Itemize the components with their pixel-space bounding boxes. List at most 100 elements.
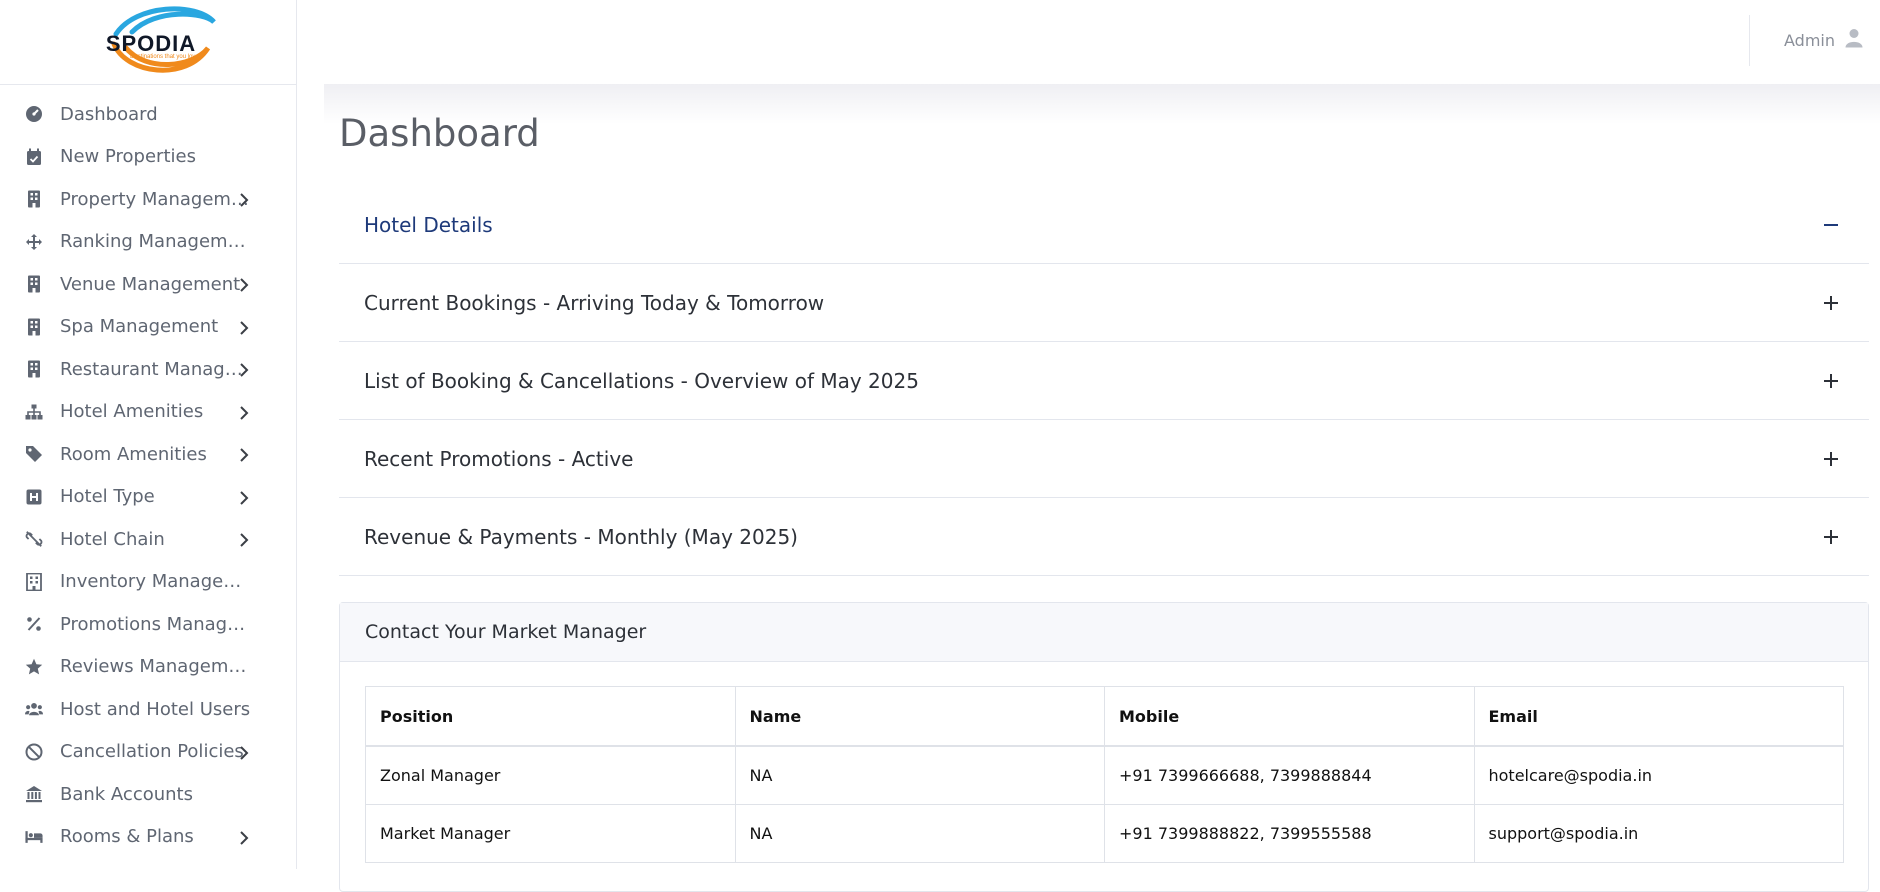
accordion-bookings-cancellations[interactable]: List of Booking & Cancellations - Overvi… xyxy=(339,342,1869,420)
ban-icon xyxy=(25,743,43,761)
chevron-right-icon xyxy=(237,830,251,845)
cell-email: hotelcare@spodia.in xyxy=(1473,745,1844,805)
sidebar-item-reviews-management[interactable]: Reviews Management xyxy=(0,646,297,689)
sidebar-item-restaurant-management[interactable]: Restaurant Management xyxy=(0,348,297,391)
column-header-email: Email xyxy=(1473,686,1844,747)
sidebar-item-property-management[interactable]: Property Management xyxy=(0,178,297,221)
sidebar-item-cancellation-policies[interactable]: Cancellation Policies xyxy=(0,731,297,774)
logo-tagline: Destinations that you love xyxy=(130,54,199,60)
sidebar-item-label: Property Management xyxy=(60,188,253,210)
building-grid-icon xyxy=(25,572,43,591)
sidebar-item-label: Cancellation Policies xyxy=(60,741,244,763)
sidebar-item-inventory-management[interactable]: Inventory Management xyxy=(0,561,297,604)
users-icon xyxy=(25,700,43,718)
content-shadow xyxy=(324,84,1880,124)
unlink-icon xyxy=(25,530,43,548)
card-title: Contact Your Market Manager xyxy=(365,621,647,643)
sidebar-item-venue-management[interactable]: Venue Management xyxy=(0,263,297,306)
sidebar-item-label: Inventory Management xyxy=(60,571,253,593)
sidebar-item-label: Bank Accounts xyxy=(60,783,193,805)
sidebar-item-label: Host and Hotel Users xyxy=(60,698,251,720)
sidebar-item-hotel-amenities[interactable]: Hotel Amenities xyxy=(0,391,297,434)
chevron-right-icon xyxy=(237,320,251,335)
plus-icon[interactable] xyxy=(1823,295,1839,311)
card-header: Contact Your Market Manager xyxy=(340,603,1868,662)
dashboard-icon xyxy=(25,105,43,123)
column-header-mobile: Mobile xyxy=(1104,686,1475,747)
chevron-right-icon xyxy=(237,192,251,207)
sidebar-item-bank-accounts[interactable]: Bank Accounts xyxy=(0,773,297,816)
sidebar-item-ranking-management[interactable]: Ranking Management xyxy=(0,221,297,264)
sidebar-item-room-amenities[interactable]: Room Amenities xyxy=(0,433,297,476)
plus-icon[interactable] xyxy=(1823,529,1839,545)
chevron-right-icon xyxy=(237,362,251,377)
building-icon xyxy=(25,275,43,293)
accordion-label: Hotel Details xyxy=(364,212,493,237)
accordion-label: Recent Promotions - Active xyxy=(364,446,634,471)
topbar-divider xyxy=(1749,15,1750,66)
accordion-current-bookings[interactable]: Current Bookings - Arriving Today & Tomo… xyxy=(339,264,1869,342)
accordion-revenue-payments[interactable]: Revenue & Payments - Monthly (May 2025) xyxy=(339,498,1869,576)
column-header-position: Position xyxy=(365,686,736,747)
building-icon xyxy=(25,318,43,336)
user-name: Admin xyxy=(1784,30,1835,50)
cell-mobile: +91 7399888822, 7399555588 xyxy=(1104,804,1475,863)
sidebar-item-rooms-and-plans[interactable]: Rooms & Plans xyxy=(0,816,297,859)
chevron-right-icon xyxy=(237,532,251,547)
sidebar-item-label: Restaurant Management xyxy=(60,358,253,380)
sidebar-item-label: Venue Management xyxy=(60,273,241,295)
user-menu[interactable]: Admin xyxy=(1784,28,1863,52)
dashboard-accordion: Hotel Details Current Bookings - Arrivin… xyxy=(339,186,1869,576)
cell-name: NA xyxy=(734,745,1105,805)
star-icon xyxy=(25,658,43,676)
accordion-label: Current Bookings - Arriving Today & Tomo… xyxy=(364,290,825,315)
calendar-check-icon xyxy=(25,148,43,166)
page-title: Dashboard xyxy=(339,112,540,155)
sidebar-item-promotions-management[interactable]: Promotions Management xyxy=(0,603,297,646)
plus-icon[interactable] xyxy=(1823,373,1839,389)
bank-icon xyxy=(25,785,43,803)
sidebar-item-label: Ranking Management xyxy=(60,231,253,253)
chevron-right-icon xyxy=(237,745,251,760)
sidebar-menu: Dashboard New Properties Property Manage… xyxy=(0,93,297,858)
plus-icon[interactable] xyxy=(1823,451,1839,467)
spodia-logo[interactable]: SPODIA Destinations that you love xyxy=(96,4,218,78)
sidebar-item-label: New Properties xyxy=(60,146,196,168)
minus-icon[interactable] xyxy=(1823,217,1839,233)
chevron-right-icon xyxy=(237,447,251,462)
accordion-label: List of Booking & Cancellations - Overvi… xyxy=(364,368,919,393)
sidebar-item-label: Promotions Management xyxy=(60,613,253,635)
sidebar-item-label: Spa Management xyxy=(60,316,219,338)
table-row: Market Manager NA +91 7399888822, 739955… xyxy=(365,804,1844,863)
cell-name: NA xyxy=(734,804,1105,863)
table-header-row: Position Name Mobile Email xyxy=(365,686,1844,747)
sidebar-item-hotel-chain[interactable]: Hotel Chain xyxy=(0,518,297,561)
chevron-right-icon xyxy=(237,490,251,505)
sidebar-item-label: Hotel Type xyxy=(60,486,155,508)
top-bar: Admin xyxy=(297,0,1880,84)
sidebar-item-dashboard[interactable]: Dashboard xyxy=(0,93,297,136)
cell-email: support@spodia.in xyxy=(1473,804,1844,863)
sidebar-item-label: Hotel Chain xyxy=(60,528,165,550)
sidebar-item-label: Hotel Amenities xyxy=(60,401,204,423)
contacts-table: Position Name Mobile Email Zonal Manager… xyxy=(365,686,1844,863)
sidebar-item-host-and-hotel-users[interactable]: Host and Hotel Users xyxy=(0,688,297,731)
cell-position: Zonal Manager xyxy=(365,745,736,805)
sidebar-item-new-properties[interactable]: New Properties xyxy=(0,136,297,179)
table-row: Zonal Manager NA +91 7399666688, 7399888… xyxy=(365,745,1844,805)
sidebar-item-spa-management[interactable]: Spa Management xyxy=(0,306,297,349)
arrows-move-icon xyxy=(25,233,43,251)
user-avatar-icon xyxy=(1845,28,1863,52)
hotel-h-icon xyxy=(25,488,43,506)
tag-icon xyxy=(25,445,43,463)
sidebar-item-label: Reviews Management xyxy=(60,656,253,678)
sidebar-item-hotel-type[interactable]: Hotel Type xyxy=(0,476,297,519)
percent-icon xyxy=(25,615,43,633)
column-header-name: Name xyxy=(734,686,1105,747)
sitemap-icon xyxy=(25,403,43,421)
sidebar-item-label: Room Amenities xyxy=(60,443,207,465)
cell-mobile: +91 7399666688, 7399888844 xyxy=(1104,745,1475,805)
accordion-hotel-details[interactable]: Hotel Details xyxy=(339,186,1869,264)
accordion-recent-promotions[interactable]: Recent Promotions - Active xyxy=(339,420,1869,498)
sidebar-item-label: Dashboard xyxy=(60,103,158,125)
